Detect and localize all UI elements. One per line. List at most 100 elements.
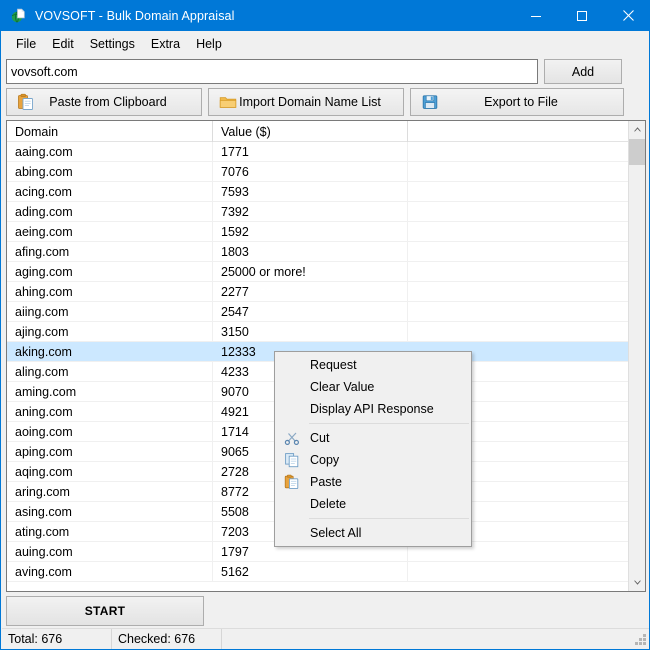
list-vertical-scrollbar[interactable] (628, 121, 645, 591)
context-menu-item-label: Copy (310, 453, 339, 467)
cell-extra (407, 182, 627, 201)
cell-value: 3150 (212, 322, 407, 341)
context-menu-item-paste[interactable]: Paste (275, 471, 471, 493)
table-row[interactable]: ading.com7392 (7, 202, 629, 222)
table-row[interactable]: ahing.com2277 (7, 282, 629, 302)
window-controls (513, 0, 650, 31)
context-menu-item-label: Display API Response (310, 402, 434, 416)
start-button[interactable]: START (6, 596, 204, 626)
scroll-up-button[interactable] (629, 121, 646, 138)
toolbar: Paste from Clipboard Import Domain Name … (6, 88, 646, 116)
cell-domain: aving.com (7, 562, 212, 581)
paste-from-clipboard-button[interactable]: Paste from Clipboard (6, 88, 202, 116)
column-header-extra[interactable] (407, 121, 627, 142)
context-menu-item-display-api-response[interactable]: Display API Response (275, 398, 471, 420)
table-row[interactable]: ajing.com3150 (7, 322, 629, 342)
cell-value: 7593 (212, 182, 407, 201)
title-bar: VOVSOFT - Bulk Domain Appraisal (1, 0, 650, 31)
cell-domain: acing.com (7, 182, 212, 201)
menu-item-help[interactable]: Help (188, 34, 230, 54)
menu-bar: File Edit Settings Extra Help (2, 31, 650, 57)
cell-value: 1803 (212, 242, 407, 261)
status-checked: Checked: 676 (112, 629, 222, 649)
cell-domain: aqing.com (7, 462, 212, 481)
export-to-file-button[interactable]: Export to File (410, 88, 624, 116)
cell-domain: ading.com (7, 202, 212, 221)
cell-value: 25000 or more! (212, 262, 407, 281)
menu-item-extra[interactable]: Extra (143, 34, 188, 54)
paste-from-clipboard-label: Paste from Clipboard (7, 95, 201, 109)
cell-domain: aoing.com (7, 422, 212, 441)
cell-domain: aiing.com (7, 302, 212, 321)
cell-domain: aaing.com (7, 142, 212, 161)
column-header-domain[interactable]: Domain (7, 121, 212, 142)
resize-grip-icon[interactable] (635, 634, 647, 646)
clipboard-icon (17, 93, 35, 111)
scroll-down-button[interactable] (629, 574, 646, 591)
cell-extra (407, 222, 627, 241)
cell-value: 1592 (212, 222, 407, 241)
context-menu-item-label: Select All (310, 526, 361, 540)
menu-item-edit[interactable]: Edit (44, 34, 82, 54)
close-icon[interactable] (605, 0, 650, 31)
context-menu-item-label: Request (310, 358, 357, 372)
domain-input[interactable] (6, 59, 538, 84)
context-menu-item-cut[interactable]: Cut (275, 427, 471, 449)
scissors-icon (284, 430, 300, 446)
menu-item-file[interactable]: File (8, 34, 44, 54)
context-menu-item-copy[interactable]: Copy (275, 449, 471, 471)
export-to-file-label: Export to File (411, 95, 623, 109)
cell-extra (407, 142, 627, 161)
cell-domain: auing.com (7, 542, 212, 561)
cell-domain: aging.com (7, 262, 212, 281)
app-window: VOVSOFT - Bulk Domain Appraisal File Edi… (0, 0, 650, 650)
context-menu-item-label: Delete (310, 497, 346, 511)
import-domain-name-list-label: Import Domain Name List (209, 95, 403, 109)
cell-domain: ahing.com (7, 282, 212, 301)
floppy-disk-icon (421, 93, 439, 111)
cell-domain: aring.com (7, 482, 212, 501)
cell-domain: afing.com (7, 242, 212, 261)
cell-value: 2277 (212, 282, 407, 301)
table-row[interactable]: aiing.com2547 (7, 302, 629, 322)
cell-extra (407, 242, 627, 261)
domain-entry-row: Add (6, 59, 646, 84)
menu-item-settings[interactable]: Settings (82, 34, 143, 54)
table-row[interactable]: acing.com7593 (7, 182, 629, 202)
context-menu-item-select-all[interactable]: Select All (275, 522, 471, 544)
column-header-value[interactable]: Value ($) (212, 121, 407, 142)
status-total: Total: 676 (2, 629, 112, 649)
add-button[interactable]: Add (544, 59, 622, 84)
domain-list-header: Domain Value ($) (7, 121, 629, 142)
maximize-icon[interactable] (559, 0, 605, 31)
cell-value: 5162 (212, 562, 407, 581)
cell-extra (407, 302, 627, 321)
cell-extra (407, 162, 627, 181)
import-domain-name-list-button[interactable]: Import Domain Name List (208, 88, 404, 116)
status-extra (222, 629, 650, 649)
context-menu-item-label: Cut (310, 431, 329, 445)
folder-icon (219, 93, 237, 111)
app-icon (11, 8, 27, 24)
cell-domain: aming.com (7, 382, 212, 401)
table-row[interactable]: afing.com1803 (7, 242, 629, 262)
context-menu-separator (309, 518, 469, 519)
cell-extra (407, 282, 627, 301)
cell-domain: ajing.com (7, 322, 212, 341)
table-row[interactable]: aving.com5162 (7, 562, 629, 582)
scroll-thumb[interactable] (629, 139, 646, 165)
table-row[interactable]: aaing.com1771 (7, 142, 629, 162)
cell-extra (407, 322, 627, 341)
context-menu-item-request[interactable]: Request (275, 354, 471, 376)
table-row[interactable]: abing.com7076 (7, 162, 629, 182)
context-menu-item-clear-value[interactable]: Clear Value (275, 376, 471, 398)
status-bar: Total: 676 Checked: 676 (2, 628, 650, 648)
cell-domain: aling.com (7, 362, 212, 381)
table-row[interactable]: aging.com25000 or more! (7, 262, 629, 282)
cell-domain: aking.com (7, 342, 212, 361)
minimize-icon[interactable] (513, 0, 559, 31)
context-menu-item-delete[interactable]: Delete (275, 493, 471, 515)
context-menu-item-label: Clear Value (310, 380, 374, 394)
context-menu-separator (309, 423, 469, 424)
table-row[interactable]: aeing.com1592 (7, 222, 629, 242)
